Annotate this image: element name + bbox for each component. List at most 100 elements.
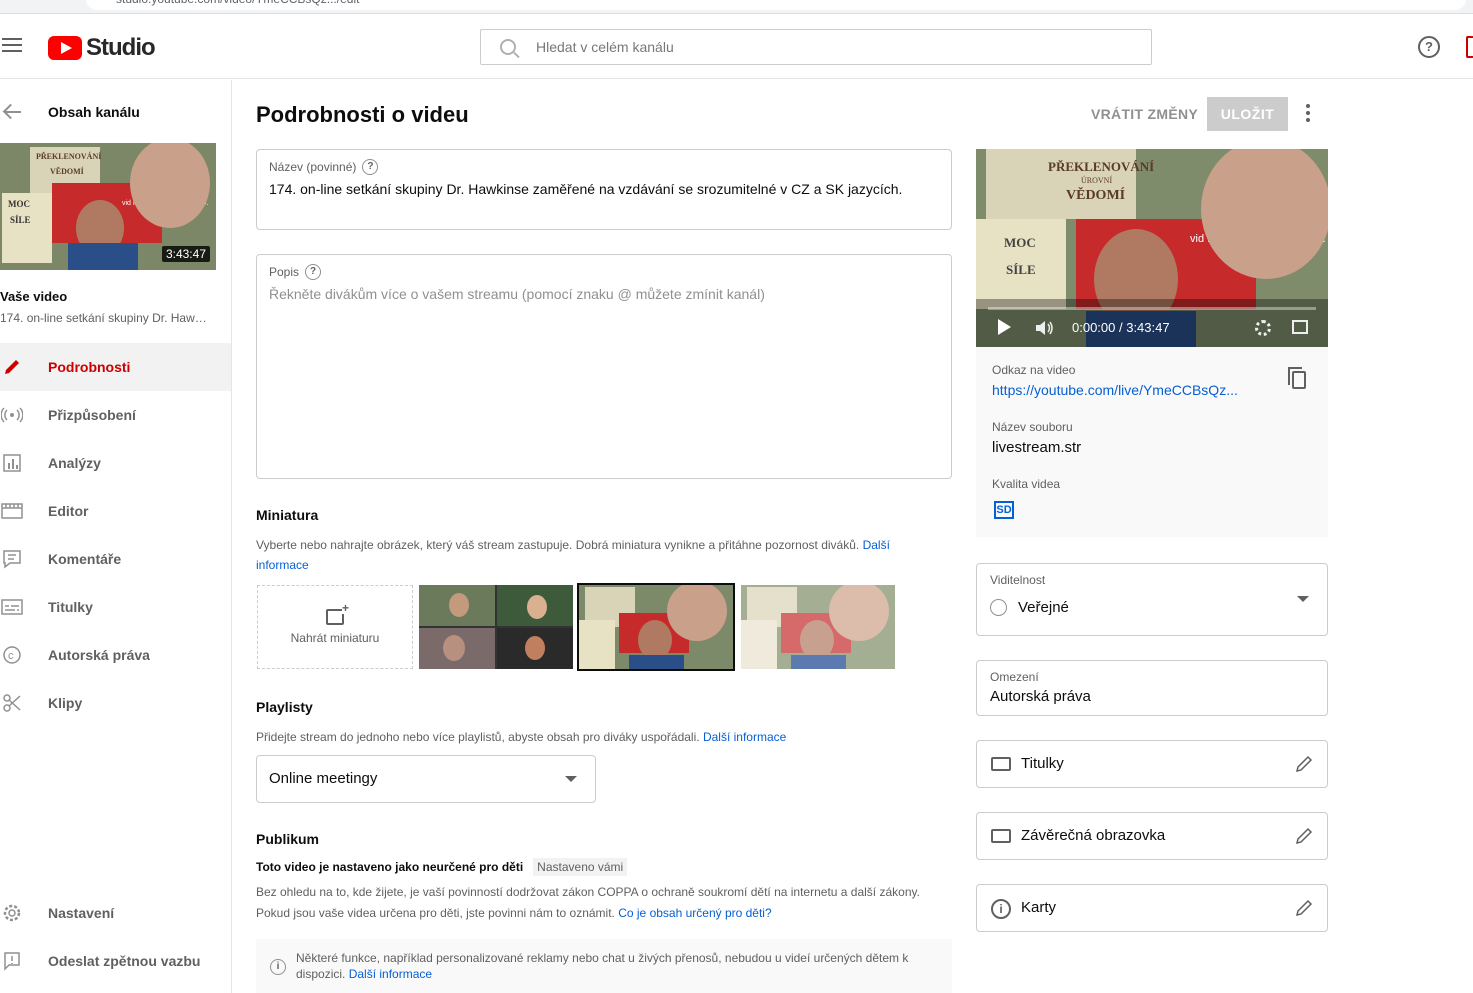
- browser-url[interactable]: studio.youtube.com/video/YmeCCBsQz.../ed…: [86, 0, 1466, 10]
- title-label-text: Název (povinné): [269, 160, 357, 174]
- hamburger-menu-icon[interactable]: [2, 38, 22, 52]
- svg-text:PŘEKLENOVÁNÍ: PŘEKLENOVÁNÍ: [36, 151, 101, 161]
- sidebar-item-details[interactable]: Podrobnosti: [0, 343, 231, 391]
- broadcast-icon: [0, 403, 24, 427]
- sd-quality-badge-icon: SD: [994, 501, 1014, 519]
- add-image-icon: [326, 602, 350, 625]
- dropdown-arrow-icon: [1297, 596, 1309, 602]
- logo-text: Studio: [86, 34, 156, 61]
- settings-gear-icon[interactable]: [1255, 320, 1271, 336]
- copy-icon[interactable]: [1288, 367, 1306, 389]
- save-button[interactable]: ULOŽIT: [1207, 97, 1288, 131]
- sidebar-item-label: Autorská práva: [48, 647, 150, 663]
- thumbnail-option-1[interactable]: [419, 585, 573, 669]
- sidebar-item-analytics[interactable]: Analýzy: [0, 439, 231, 487]
- browser-address-bar: studio.youtube.com/video/YmeCCBsQz.../ed…: [0, 0, 1473, 14]
- gear-icon: [0, 901, 24, 925]
- thumbnail-section-desc: Vyberte nebo nahrajte obrázek, který váš…: [256, 535, 936, 575]
- sidebar-item-copyright[interactable]: c Autorská práva: [0, 631, 231, 679]
- youtube-studio-logo[interactable]: Studio: [48, 34, 156, 62]
- sidebar-item-subtitles[interactable]: Titulky: [0, 583, 231, 631]
- help-circle-icon[interactable]: ?: [305, 264, 322, 280]
- end-screen-card[interactable]: Závěrečná obrazovka: [976, 812, 1328, 860]
- back-arrow-icon[interactable]: [3, 102, 23, 122]
- title-input[interactable]: 174. on-line setkání skupiny Dr. Hawkins…: [269, 181, 902, 197]
- filename-value: livestream.str: [992, 439, 1082, 456]
- video-duration: 3:43:47: [161, 246, 210, 262]
- playlist-selected-value: Online meetingy: [269, 770, 378, 787]
- svg-text:PŘEKLENOVÁNÍ: PŘEKLENOVÁNÍ: [1048, 159, 1154, 174]
- thumbnail-option-3[interactable]: [741, 585, 895, 669]
- playlists-learn-more-link[interactable]: Další informace: [703, 730, 786, 744]
- video-link[interactable]: https://youtube.com/live/YmeCCBsQz...: [992, 382, 1260, 398]
- thumbnail-desc-text: Vyberte nebo nahrajte obrázek, který váš…: [256, 538, 860, 552]
- fullscreen-icon[interactable]: [1292, 320, 1308, 334]
- help-icon[interactable]: ?: [1418, 36, 1440, 58]
- thumbnail-option-2-selected[interactable]: [577, 583, 735, 671]
- sidebar-item-clips[interactable]: Klipy: [0, 679, 231, 727]
- audience-setting-text: Toto video je nastaveno jako neurčené pr…: [256, 860, 524, 874]
- edit-pencil-icon[interactable]: [1295, 899, 1313, 917]
- svg-text:SÍLE: SÍLE: [1006, 262, 1036, 277]
- search-input[interactable]: [536, 39, 1096, 55]
- help-circle-icon[interactable]: ?: [362, 159, 379, 175]
- sidebar-video-thumbnail[interactable]: PŘEKLENOVÁNÍ VĚDOMÍ MOC SÍLE vid R. Hawk…: [0, 143, 216, 270]
- playlist-select[interactable]: Online meetingy: [256, 755, 596, 803]
- cards-card[interactable]: i Karty: [976, 884, 1328, 932]
- comments-icon: [0, 547, 24, 571]
- create-button-edge[interactable]: [1466, 36, 1473, 58]
- sidebar-item-comments[interactable]: Komentáře: [0, 535, 231, 583]
- back-label: Obsah kanálu: [48, 104, 140, 120]
- description-field[interactable]: Popis ? Řekněte divákům více o vašem str…: [256, 254, 952, 479]
- youtube-play-logo-icon: [48, 36, 82, 60]
- top-header: Studio ?: [0, 14, 1473, 79]
- description-label-text: Popis: [269, 265, 300, 279]
- revert-changes-button[interactable]: VRÁTIT ZMĚNY: [1082, 97, 1207, 131]
- svg-text:SÍLE: SÍLE: [10, 215, 31, 225]
- sidebar-item-feedback[interactable]: Odeslat zpětnou vazbu: [0, 937, 231, 985]
- restrictions-field[interactable]: Omezení Autorská práva: [976, 660, 1328, 716]
- playlists-desc-text: Přidejte stream do jednoho nebo více pla…: [256, 730, 700, 744]
- volume-icon[interactable]: [1035, 320, 1055, 336]
- search-icon: [500, 39, 516, 55]
- quality-label: Kvalita videa: [992, 477, 1061, 491]
- audience-desc-text: Bez ohledu na to, kde žijete, je vaší po…: [256, 885, 920, 920]
- info-circle-icon: i: [991, 899, 1011, 919]
- back-to-content[interactable]: Obsah kanálu: [0, 100, 140, 124]
- page-title: Podrobnosti o videu: [256, 102, 469, 127]
- subtitles-card[interactable]: Titulky: [976, 740, 1328, 788]
- thumbnail-section-title: Miniatura: [256, 507, 319, 523]
- upload-thumbnail-button[interactable]: Nahrát miniaturu: [257, 585, 413, 669]
- filename-label: Název souboru: [992, 420, 1073, 434]
- sidebar-item-editor[interactable]: Editor: [0, 487, 231, 535]
- visibility-select[interactable]: Viditelnost Veřejné: [976, 563, 1328, 636]
- your-video-title[interactable]: 174. on-line setkání skupiny Dr. Hawkins…: [0, 311, 210, 325]
- audience-info-link[interactable]: Další informace: [349, 967, 432, 981]
- audience-setting: Toto video je nastaveno jako neurčené pr…: [256, 858, 628, 876]
- sidebar-item-label: Odeslat zpětnou vazbu: [48, 953, 201, 969]
- channel-search[interactable]: [480, 29, 1152, 65]
- playlists-section-title: Playlisty: [256, 699, 313, 715]
- play-icon[interactable]: [998, 319, 1011, 335]
- visibility-value: Veřejné: [1018, 599, 1069, 616]
- svg-text:c: c: [8, 650, 14, 662]
- audience-section-title: Publikum: [256, 831, 320, 847]
- edit-pencil-icon[interactable]: [1295, 827, 1313, 845]
- progress-bar[interactable]: [988, 307, 1316, 310]
- sidebar-bottom-nav: Nastavení Odeslat zpětnou vazbu: [0, 889, 231, 985]
- audience-section-desc: Bez ohledu na to, kde žijete, je vaší po…: [256, 882, 952, 924]
- sidebar-item-settings[interactable]: Nastavení: [0, 889, 231, 937]
- video-player[interactable]: PŘEKLENOVÁNÍ ÚROVNÍ VĚDOMÍ MOC SÍLE vid …: [976, 149, 1328, 347]
- subtitles-icon: [991, 757, 1011, 771]
- pencil-icon: [0, 355, 24, 379]
- edit-pencil-icon[interactable]: [1295, 755, 1313, 773]
- sidebar-item-customization[interactable]: Přizpůsobení: [0, 391, 231, 439]
- title-field[interactable]: Název (povinné) ? 174. on-line setkání s…: [256, 149, 952, 230]
- restrictions-value: Autorská práva: [990, 688, 1091, 705]
- made-for-kids-link[interactable]: Co je obsah určený pro děti?: [618, 906, 771, 920]
- sidebar-nav: Podrobnosti Přizpůsobení Analýzy Editor …: [0, 343, 231, 727]
- description-input[interactable]: Řekněte divákům více o vašem streamu (po…: [269, 286, 765, 302]
- cards-card-label: Karty: [1021, 899, 1057, 916]
- sidebar-item-label: Titulky: [48, 599, 93, 615]
- more-options-icon[interactable]: [1300, 104, 1316, 124]
